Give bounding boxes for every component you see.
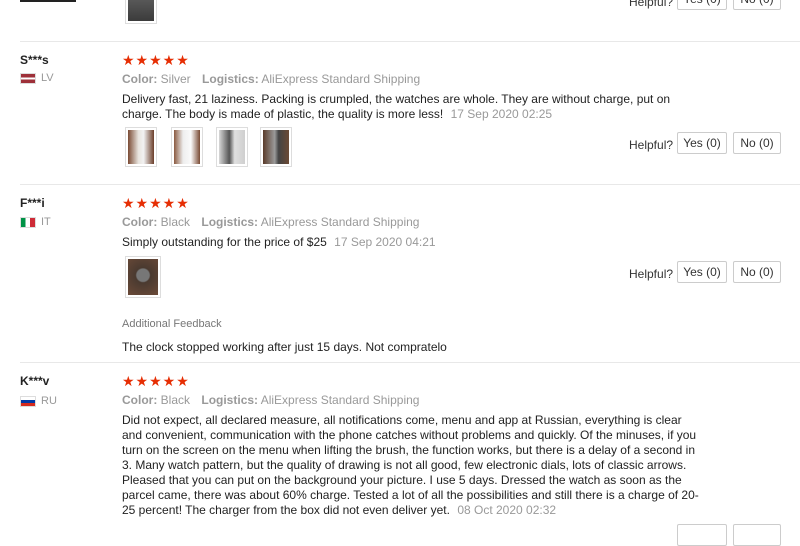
italy-flag-icon bbox=[20, 216, 36, 228]
logistics-value: AliExpress Standard Shipping bbox=[260, 393, 420, 407]
helpful-no-button[interactable] bbox=[733, 524, 781, 546]
review-meta: Color: Black Logistics: AliExpress Stand… bbox=[122, 393, 419, 407]
review-text: Did not expect, all declared measure, al… bbox=[122, 413, 700, 518]
reviewer-country: RU bbox=[20, 395, 57, 407]
helpful-yes-button[interactable]: Yes (0) bbox=[677, 261, 727, 283]
country-code: LV bbox=[41, 72, 54, 84]
helpful-label: Helpful? bbox=[629, 267, 674, 281]
review-body: Did not expect, all declared measure, al… bbox=[122, 413, 699, 517]
reviewer-name: K***v bbox=[20, 374, 50, 388]
country-code: RU bbox=[41, 395, 57, 407]
review-photo-thumbnail[interactable] bbox=[125, 127, 157, 167]
reviewer-name: S***s bbox=[20, 53, 49, 67]
logistics-value: AliExpress Standard Shipping bbox=[260, 215, 420, 229]
star-rating: ★★★★★ bbox=[122, 52, 190, 68]
review-text: Delivery fast, 21 laziness. Packing is c… bbox=[122, 92, 692, 122]
review-body: Simply outstanding for the price of $25 bbox=[122, 235, 327, 249]
reviewer-country: IT bbox=[20, 216, 51, 228]
additional-feedback-label: Additional Feedback bbox=[122, 318, 222, 330]
logistics-label: Logistics: bbox=[202, 72, 259, 86]
helpful-no-button[interactable]: No (0) bbox=[733, 132, 781, 154]
logistics-value: AliExpress Standard Shipping bbox=[261, 72, 421, 86]
color-value: Black bbox=[160, 393, 191, 407]
latvia-flag-icon bbox=[20, 72, 36, 84]
helpful-label: Helpful? bbox=[629, 138, 674, 152]
logistics-label: Logistics: bbox=[201, 393, 259, 407]
helpful-yes-button[interactable]: Yes (0) bbox=[677, 0, 727, 10]
helpful-label: Helpful? bbox=[629, 0, 674, 9]
review-meta: Color: Silver Logistics: AliExpress Stan… bbox=[122, 72, 420, 86]
review-photo-thumbnail[interactable] bbox=[260, 127, 292, 167]
review-date: 17 Sep 2020 02:25 bbox=[450, 107, 553, 121]
review-text: Simply outstanding for the price of $25 … bbox=[122, 235, 692, 250]
russia-flag-icon bbox=[20, 395, 36, 407]
top-divider-bar bbox=[20, 0, 76, 2]
review-body: Delivery fast, 21 laziness. Packing is c… bbox=[122, 92, 671, 121]
color-value: Silver bbox=[160, 72, 191, 86]
helpful-yes-button[interactable]: Yes (0) bbox=[677, 132, 727, 154]
review-separator bbox=[20, 184, 800, 185]
reviewer-country: LV bbox=[20, 72, 54, 84]
review-photo-thumbnail[interactable] bbox=[125, 256, 161, 298]
additional-feedback-text: The clock stopped working after just 15 … bbox=[122, 340, 447, 354]
review-date: 17 Sep 2020 04:21 bbox=[334, 235, 436, 249]
review-photo-thumbnail[interactable] bbox=[125, 0, 157, 24]
helpful-no-button[interactable]: No (0) bbox=[733, 261, 781, 283]
review-meta: Color: Black Logistics: AliExpress Stand… bbox=[122, 215, 419, 229]
country-code: IT bbox=[41, 216, 51, 228]
color-label: Color: bbox=[122, 215, 158, 229]
reviewer-name: F***i bbox=[20, 196, 45, 210]
review-photo-thumbnail[interactable] bbox=[216, 127, 248, 167]
color-value: Black bbox=[160, 215, 191, 229]
color-label: Color: bbox=[122, 72, 158, 86]
helpful-yes-button[interactable] bbox=[677, 524, 727, 546]
star-rating: ★★★★★ bbox=[122, 373, 190, 389]
helpful-no-button[interactable]: No (0) bbox=[733, 0, 781, 10]
review-separator bbox=[20, 41, 800, 42]
color-label: Color: bbox=[122, 393, 158, 407]
logistics-label: Logistics: bbox=[201, 215, 259, 229]
review-separator bbox=[20, 362, 800, 363]
review-photo-thumbnail[interactable] bbox=[171, 127, 203, 167]
star-rating: ★★★★★ bbox=[122, 195, 190, 211]
review-date: 08 Oct 2020 02:32 bbox=[457, 503, 557, 517]
